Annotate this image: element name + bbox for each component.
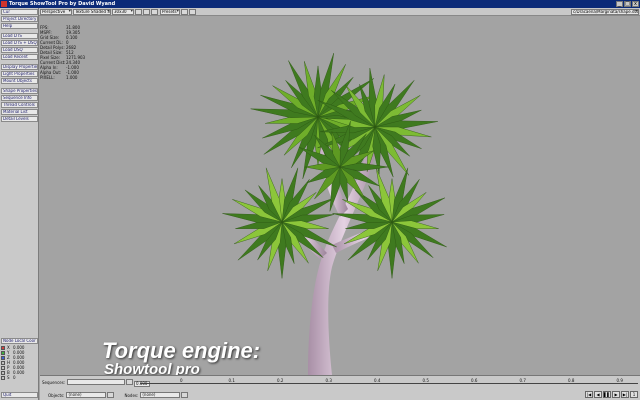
display-properties-button[interactable]: Display Properties: [1, 64, 38, 70]
skip-end-button[interactable]: ▶|: [621, 391, 629, 398]
window-title: Torque ShowTool Pro by David Wyand: [9, 1, 116, 7]
load-recent-button[interactable]: Load Recent: [1, 54, 38, 60]
sequences-select[interactable]: [67, 379, 126, 385]
tree-model: [222, 53, 447, 375]
timeline-track[interactable]: [140, 383, 638, 388]
play-reverse-button[interactable]: ◀: [594, 391, 602, 398]
app-icon: [1, 1, 7, 7]
stat-label: PIXELL:: [40, 75, 55, 80]
3d-viewport[interactable]: Torque engine: Showtool pro FPS: 31.800 MS…: [40, 17, 640, 375]
axis-swatch: [1, 345, 5, 350]
thread-controls-button[interactable]: Thread Controls: [1, 102, 38, 108]
view-toggle-button[interactable]: [135, 8, 142, 15]
coord-row: S0: [1, 375, 38, 380]
transport-controls: |◀ ◀ ▌▌ ▶ ▶| 1: [585, 391, 638, 398]
objects-button[interactable]: [107, 392, 115, 398]
help-button[interactable]: Help: [1, 23, 38, 29]
nodes-select[interactable]: (none): [140, 392, 181, 398]
material-list-button[interactable]: Material List: [1, 109, 38, 115]
top-left-select[interactable]: Cur: [1, 9, 38, 15]
view-toggle-button[interactable]: [151, 8, 158, 15]
app-window: Torque ShowTool Pro by David Wyand _ □ x…: [0, 0, 640, 400]
skip-start-button[interactable]: |◀: [585, 391, 593, 398]
project-directory-button[interactable]: Project Directory: [1, 16, 38, 22]
shape-properties-button[interactable]: Shape Properties: [1, 88, 38, 94]
grid-select[interactable]: 30x30: [112, 8, 134, 15]
load-dts-dsq-button[interactable]: Load DTS + DSQ: [1, 40, 38, 46]
sequences-row: Sequences:: [42, 378, 134, 386]
presets-select[interactable]: Presets: [160, 8, 180, 15]
axis-swatch: [1, 370, 5, 375]
view-mode-select[interactable]: Perspective: [40, 8, 72, 15]
play-button[interactable]: ▶: [612, 391, 620, 398]
pause-button[interactable]: ▌▌: [603, 391, 611, 398]
load-dts-button[interactable]: Load DTS: [1, 33, 38, 39]
mount-objects-button[interactable]: Mount Objects: [1, 78, 38, 84]
overlay-caption: Torque engine: Showtool pro: [102, 338, 261, 376]
sequences-label: Sequences:: [42, 379, 66, 385]
sequence-info-button[interactable]: Sequence Info: [1, 95, 38, 101]
file-path-select[interactable]: c/Dracaena/Marginata/shape.dts: [571, 8, 639, 15]
title-bar: Torque ShowTool Pro by David Wyand _ □ x: [0, 0, 640, 8]
camera-icon[interactable]: [189, 8, 196, 15]
node-local-coords-select[interactable]: Node Local Coor: [1, 338, 38, 344]
sequence-button[interactable]: [126, 379, 134, 385]
stats-readout: FPS: 31.800 MSPF: 19.305 Grid Size: 0.100 Curr…: [40, 25, 100, 80]
view-toggle-button[interactable]: [143, 8, 150, 15]
shading-select[interactable]: Texture Shaded Solid: [73, 8, 111, 15]
left-panel: Cur Project Directory Help Load DTS Load…: [0, 8, 39, 400]
detail-levels-button[interactable]: Detail Levels: [1, 116, 38, 122]
objects-row: Objects: (none) Nodes: (none): [48, 391, 189, 399]
window-controls: _ □ x: [616, 1, 639, 7]
axis-swatch: [1, 350, 5, 355]
bottom-panel: Sequences: 0.000 0 0.1 0.2 0.3 0.4 0.5 0.6 0.7 0…: [40, 375, 640, 400]
nodes-label: Nodes:: [124, 392, 139, 398]
axis-swatch: [1, 360, 5, 365]
overlay-line1: Torque engine:: [102, 338, 261, 363]
minimize-button[interactable]: _: [616, 1, 623, 7]
axis-swatch: [1, 375, 5, 380]
objects-select[interactable]: (none): [66, 392, 107, 398]
node-coords-panel: Node Local Coor X 0.000 Y 0.000 Z 0.000 H 0.000…: [1, 338, 38, 399]
axis-swatch: [1, 355, 5, 360]
left-button-group: Project Directory Help Load DTS Load DTS…: [0, 16, 38, 122]
objects-label: Objects:: [48, 392, 65, 398]
overlay-line2: Showtool pro: [104, 361, 200, 376]
timeline[interactable]: 0.000 00.10.20.30.40.50.60.70.80.91.0: [134, 378, 638, 388]
stat-value: 1.000: [66, 75, 78, 80]
speed-field[interactable]: 1: [630, 391, 638, 398]
top-toolbar: Perspective Texture Shaded Solid 30x30 P…: [0, 8, 640, 16]
quit-button[interactable]: Quit: [1, 392, 38, 398]
stat-row: PIXELL: 1.000: [40, 75, 100, 80]
lock-icon[interactable]: [181, 8, 188, 15]
coord-value: 0: [13, 375, 16, 380]
nodes-button[interactable]: [181, 392, 189, 398]
axis-swatch: [1, 365, 5, 370]
coord-list: X 0.000 Y 0.000 Z 0.000 H 0.000 P 0.000 B 0.000 S 0: [1, 345, 38, 380]
light-properties-button[interactable]: Light Properties: [1, 71, 38, 77]
close-button[interactable]: x: [632, 1, 639, 7]
maximize-button[interactable]: □: [624, 1, 631, 7]
load-dsq-button[interactable]: Load DSQ: [1, 47, 38, 53]
